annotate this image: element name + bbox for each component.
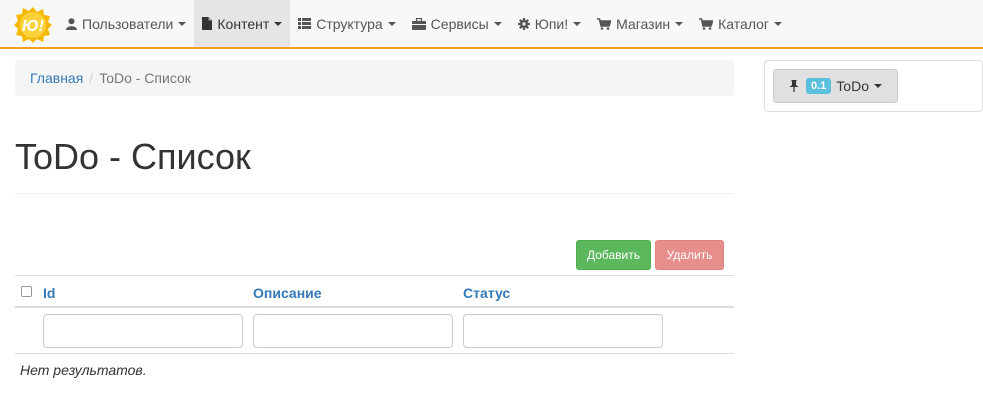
cart-icon (597, 17, 612, 30)
nav-item-users[interactable]: Пользователи (58, 0, 194, 47)
cart-icon (699, 17, 714, 30)
nav-item-content[interactable]: Контент (194, 0, 291, 47)
chevron-down-icon (178, 21, 187, 26)
add-button[interactable]: Добавить (576, 240, 651, 270)
nav-item-yupi[interactable]: Юпи! (510, 0, 589, 47)
nav-item-catalog[interactable]: Каталог (691, 0, 790, 47)
file-icon (202, 17, 213, 30)
title-divider (15, 193, 734, 194)
svg-text:Ю!: Ю! (22, 18, 45, 35)
nav-item-services[interactable]: Сервисы (404, 0, 510, 47)
chevron-down-icon (873, 84, 882, 88)
description-filter-input[interactable] (253, 314, 453, 348)
user-icon (66, 17, 77, 30)
nav-item-label: Юпи! (534, 15, 569, 32)
chevron-down-icon (274, 21, 283, 26)
chevron-down-icon (387, 21, 396, 26)
nav-item-label: Структура (316, 15, 383, 32)
column-header-status[interactable]: Статус (463, 285, 510, 301)
nav-item-structure[interactable]: Структура (290, 0, 403, 47)
module-panel: 0.1 ToDo (764, 60, 983, 112)
nav-item-label: Каталог (718, 15, 770, 32)
page-title: ToDo - Список (15, 136, 251, 177)
nav-item-label: Контент (217, 15, 270, 32)
nav-item-label: Магазин (616, 15, 671, 32)
column-header-id[interactable]: Id (43, 285, 55, 301)
select-all-checkbox[interactable] (21, 286, 32, 297)
nav-item-shop[interactable]: Магазин (589, 0, 691, 47)
grid-header-row: Id Описание Статус (15, 275, 734, 308)
list-icon (298, 18, 312, 29)
empty-results-text: Нет результатов. (20, 362, 147, 378)
pin-icon (789, 80, 799, 92)
breadcrumb-separator: / (89, 70, 94, 86)
chevron-down-icon (774, 21, 783, 26)
top-navbar: Ю! Пользователи Контент Структура Сервис… (0, 0, 983, 49)
delete-button[interactable]: Удалить (655, 240, 724, 270)
module-menu-label: ToDo (836, 78, 869, 94)
logo-icon[interactable]: Ю! (14, 6, 52, 44)
breadcrumb-home-link[interactable]: Главная (30, 70, 83, 86)
breadcrumb: Главная / ToDo - Список (15, 60, 734, 96)
nav-item-label: Пользователи (82, 15, 174, 32)
chevron-down-icon (493, 21, 502, 26)
nav-item-label: Сервисы (430, 15, 489, 32)
briefcase-icon (411, 17, 426, 30)
chevron-down-icon (675, 21, 684, 26)
gear-icon (517, 17, 530, 30)
column-header-description[interactable]: Описание (253, 285, 322, 301)
module-menu-button[interactable]: 0.1 ToDo (773, 69, 898, 103)
status-filter-input[interactable] (463, 314, 663, 348)
id-filter-input[interactable] (43, 314, 243, 348)
todo-grid: Id Описание Статус Нет результатов. (15, 275, 734, 378)
version-badge: 0.1 (806, 78, 832, 94)
chevron-down-icon (573, 21, 582, 26)
grid-filter-row (15, 308, 734, 354)
breadcrumb-current: ToDo - Список (99, 70, 191, 86)
